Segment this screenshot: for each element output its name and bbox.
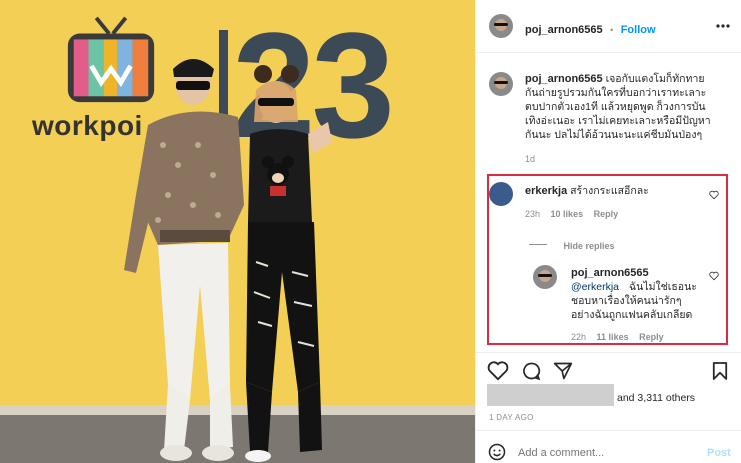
header-avatar[interactable] xyxy=(489,14,513,38)
likes-count[interactable]: and 3,311 others xyxy=(617,391,695,405)
post-age[interactable]: 1 DAY AGO xyxy=(489,413,534,422)
comment-icon[interactable] xyxy=(521,361,541,381)
comments-highlight-box xyxy=(487,174,728,345)
actions-separator xyxy=(476,352,741,353)
add-comment-input[interactable] xyxy=(518,445,698,461)
header-dot: • xyxy=(610,25,614,35)
header-separator xyxy=(476,52,741,53)
redacted-liked-by xyxy=(487,384,614,406)
comment-box-separator xyxy=(476,430,741,431)
bookmark-icon[interactable] xyxy=(712,361,728,381)
person-right xyxy=(245,65,332,462)
emoji-icon[interactable] xyxy=(488,443,506,461)
post-header: poj_arnon6565 • Follow xyxy=(525,20,656,38)
more-icon[interactable] xyxy=(716,24,730,28)
post-photo[interactable]: workpoi 23 xyxy=(0,0,475,463)
caption-avatar[interactable] xyxy=(489,72,513,96)
share-icon[interactable] xyxy=(553,361,573,381)
post-comment-button[interactable]: Post xyxy=(707,447,731,459)
header-username[interactable]: poj_arnon6565 xyxy=(525,24,603,36)
caption-block: poj_arnon6565 เจอกับแตงโมก็ทักทายกันถ่าย… xyxy=(525,72,717,142)
follow-button[interactable]: Follow xyxy=(621,24,656,36)
caption-username[interactable]: poj_arnon6565 xyxy=(525,73,603,85)
caption-time[interactable]: 1d xyxy=(525,154,535,164)
heart-icon[interactable] xyxy=(487,361,509,381)
